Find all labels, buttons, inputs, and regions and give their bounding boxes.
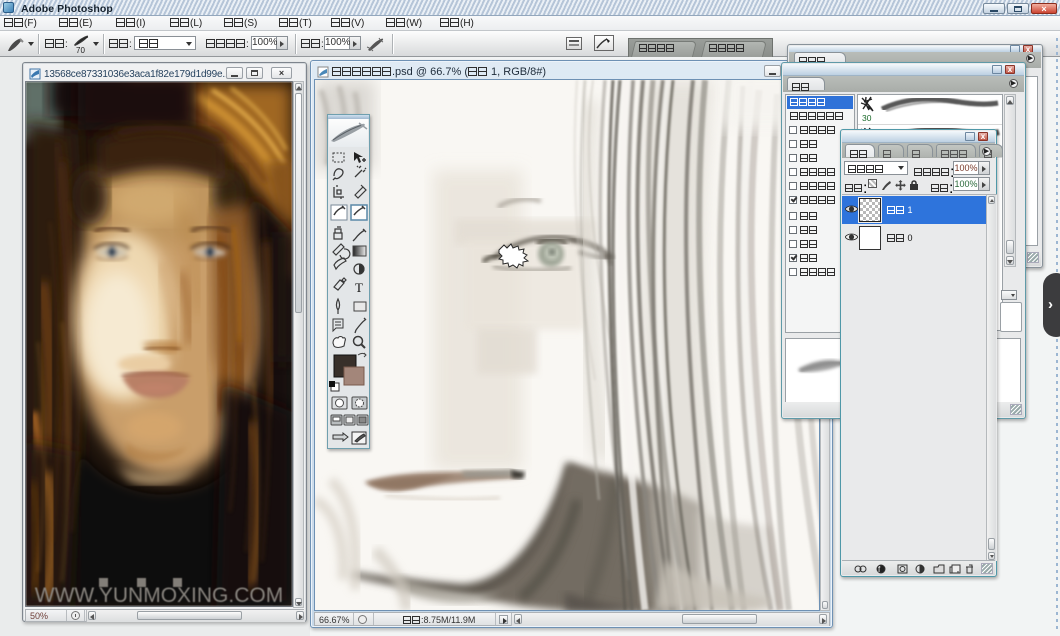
svg-text:WWW.YUNMOXING.COM: WWW.YUNMOXING.COM — [35, 584, 283, 606]
svg-text:30: 30 — [862, 113, 872, 123]
svg-text:T: T — [355, 280, 363, 295]
